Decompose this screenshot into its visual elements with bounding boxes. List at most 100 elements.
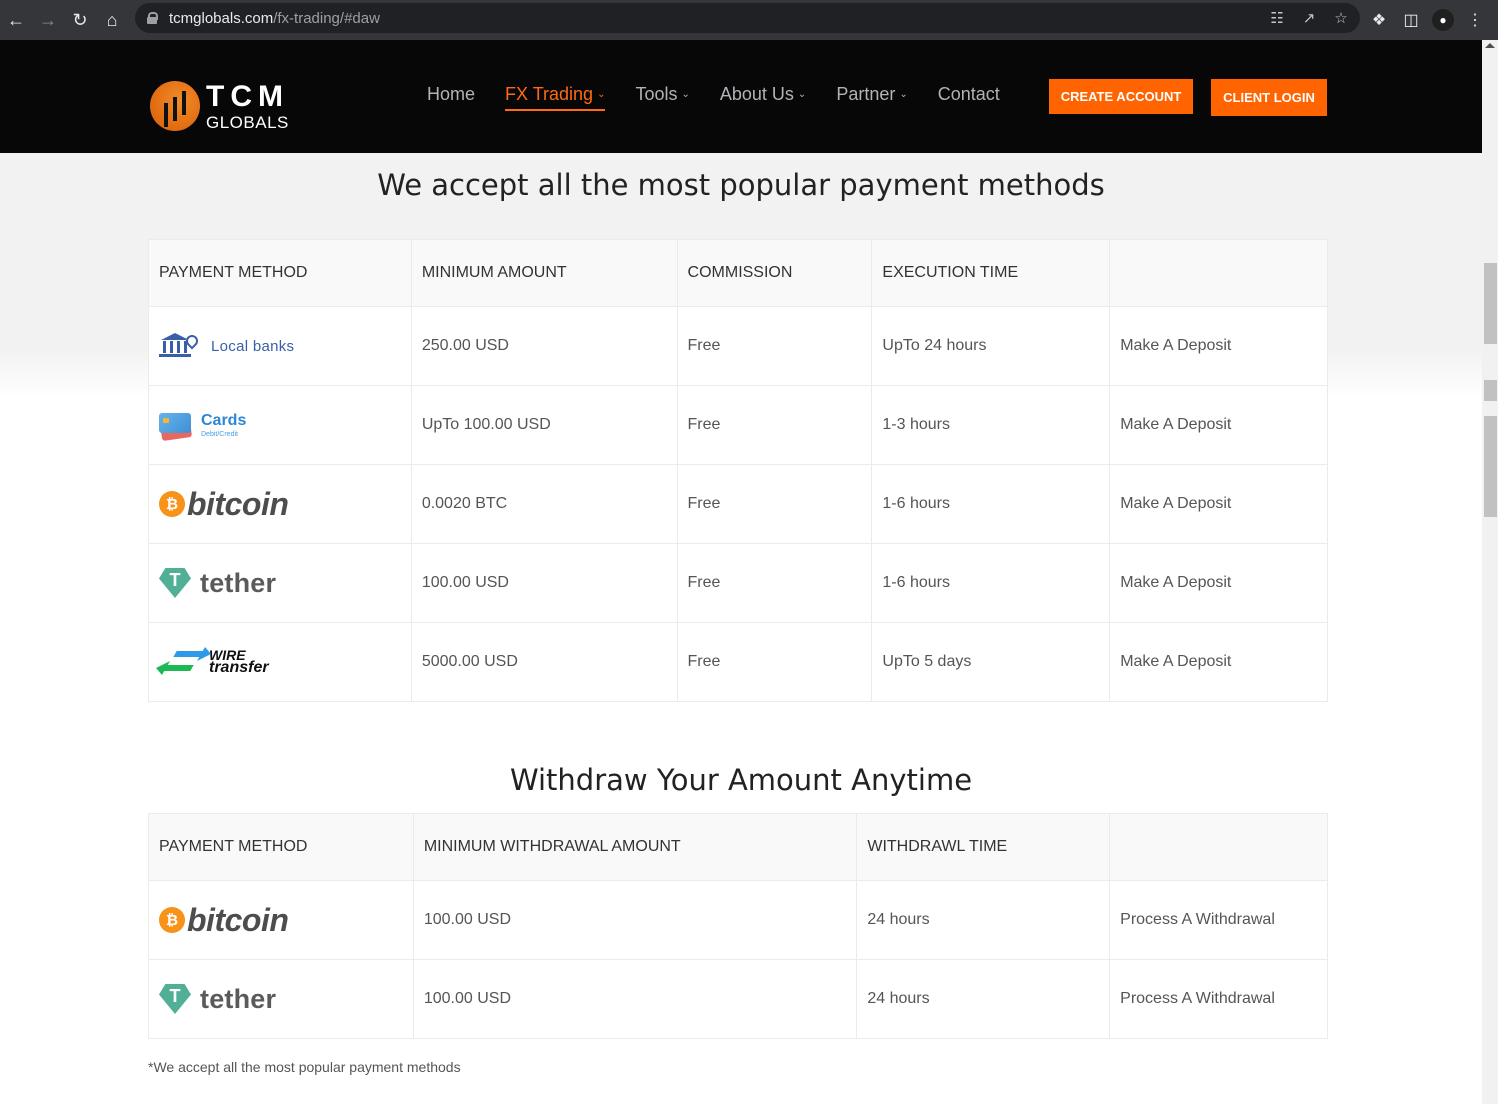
chevron-down-icon: ⌄ xyxy=(681,89,690,100)
make-deposit-link[interactable]: Make A Deposit xyxy=(1109,543,1328,623)
chevron-down-icon: ⌄ xyxy=(899,89,908,100)
nav-home-label: Home xyxy=(427,84,476,104)
make-deposit-link[interactable]: Make A Deposit xyxy=(1109,464,1328,544)
table-header-row: PAYMENT METHOD MINIMUM WITHDRAWAL AMOUNT… xyxy=(148,813,1328,881)
execution-time-cell: 1-6 hours xyxy=(871,543,1111,623)
home-button[interactable]: ⌂ xyxy=(96,4,128,36)
main-nav: Home FX Trading ⌄ Tools ⌄ About Us ⌄ Partne… xyxy=(427,84,1030,111)
deposit-table: PAYMENT METHOD MINIMUM AMOUNT COMMISSION… xyxy=(148,239,1328,702)
execution-time-cell: 1-3 hours xyxy=(871,385,1111,465)
column-header: COMMISSION xyxy=(676,239,873,307)
withdraw-table: PAYMENT METHOD MINIMUM WITHDRAWAL AMOUNT… xyxy=(148,813,1328,1039)
url-path: /fx-trading/#daw xyxy=(273,9,380,27)
table-row: WIRE transfer 5000.00 USD Free UpTo 5 da… xyxy=(148,622,1328,702)
create-account-button[interactable]: CREATE ACCOUNT xyxy=(1049,79,1193,114)
make-deposit-link[interactable]: Make A Deposit xyxy=(1109,622,1328,702)
column-header: EXECUTION TIME xyxy=(871,239,1111,307)
min-amount-cell: 5000.00 USD xyxy=(410,622,678,702)
column-header xyxy=(1109,813,1328,881)
scroll-up-arrow-icon[interactable] xyxy=(1485,43,1495,48)
nav-about-us-label: About Us xyxy=(719,84,794,104)
tether-logo: T tether xyxy=(159,568,401,598)
logo-sub-text: GLOBALS xyxy=(206,112,289,132)
table-row: Local banks 250.00 USD Free UpTo 24 hour… xyxy=(148,306,1328,386)
site-logo[interactable]: TCM GLOBALS xyxy=(150,78,290,134)
tether-icon: T xyxy=(159,984,191,1014)
column-header: PAYMENT METHOD xyxy=(148,239,412,307)
client-login-button[interactable]: CLIENT LOGIN xyxy=(1211,79,1327,116)
method-label: bitcoin xyxy=(187,486,289,522)
chevron-down-icon: ⌄ xyxy=(797,89,807,100)
share-icon[interactable]: ↗ xyxy=(1300,9,1318,27)
nav-contact[interactable]: Contact xyxy=(938,84,1000,111)
url-host: tcmglobals.com xyxy=(169,9,274,27)
credit-card-icon xyxy=(159,413,193,441)
profile-icon[interactable]: ● xyxy=(1432,9,1454,31)
payment-method-cell: ₿ bitcoin xyxy=(148,464,412,544)
column-header: WITHDRAWL TIME xyxy=(856,813,1111,881)
process-withdrawal-link[interactable]: Process A Withdrawal xyxy=(1109,880,1328,960)
footnote: *We accept all the most popular payment … xyxy=(148,1059,461,1075)
bitcoin-logo: ₿ bitcoin xyxy=(159,488,401,520)
min-withdrawal-cell: 100.00 USD xyxy=(412,959,858,1039)
local-banks-logo: Local banks xyxy=(159,332,401,359)
payment-method-cell: T tether xyxy=(148,543,412,623)
execution-time-cell: 1-6 hours xyxy=(871,464,1111,544)
min-amount-cell: 250.00 USD xyxy=(410,306,678,386)
forward-button[interactable]: → xyxy=(32,4,64,36)
reload-button[interactable]: ↻ xyxy=(64,4,96,36)
method-label: Cards xyxy=(201,411,247,429)
page-scrollbar[interactable] xyxy=(1482,40,1498,1104)
scroll-marker xyxy=(1484,416,1497,517)
scroll-marker xyxy=(1484,380,1497,401)
method-label: tether xyxy=(200,983,277,1014)
bank-icon xyxy=(159,332,201,359)
puzzle-icon[interactable]: ❖ xyxy=(1368,10,1390,30)
nav-tools[interactable]: Tools ⌄ xyxy=(635,84,689,111)
nav-partner[interactable]: Partner ⌄ xyxy=(836,84,907,111)
side-panel-icon[interactable]: ◫ xyxy=(1400,10,1422,30)
nav-about-us[interactable]: About Us ⌄ xyxy=(720,84,806,111)
payment-method-cell: ₿ bitcoin xyxy=(148,880,414,960)
bitcoin-icon: ₿ xyxy=(159,491,185,517)
chevron-down-icon: ⌄ xyxy=(597,89,606,100)
execution-time-cell: UpTo 24 hours xyxy=(871,306,1111,386)
scroll-thumb[interactable] xyxy=(1484,263,1497,344)
payment-methods-section: We accept all the most popular payment m… xyxy=(0,153,1482,1104)
table-row: Cards Debit/Credit UpTo 100.00 USD Free … xyxy=(148,385,1328,465)
method-label: tether xyxy=(200,567,277,598)
star-icon[interactable]: ☆ xyxy=(1332,9,1350,27)
min-withdrawal-cell: 100.00 USD xyxy=(412,880,858,960)
kebab-menu-icon[interactable]: ⋮ xyxy=(1464,10,1486,30)
bitcoin-icon: ₿ xyxy=(159,907,185,933)
table-row: ₿ bitcoin 100.00 USD 24 hours Process A … xyxy=(148,880,1328,960)
back-button[interactable]: ← xyxy=(0,4,32,36)
make-deposit-link[interactable]: Make A Deposit xyxy=(1109,306,1328,386)
commission-cell: Free xyxy=(676,464,873,544)
make-deposit-link[interactable]: Make A Deposit xyxy=(1109,385,1328,465)
lock-icon[interactable] xyxy=(147,12,158,24)
method-label: Local banks xyxy=(211,337,295,355)
execution-time-cell: UpTo 5 days xyxy=(871,622,1111,702)
commission-cell: Free xyxy=(676,385,873,465)
method-label: bitcoin xyxy=(187,902,289,938)
min-amount-cell: 0.0020 BTC xyxy=(410,464,678,544)
nav-home[interactable]: Home xyxy=(427,84,475,111)
address-bar[interactable]: tcmglobals.com/fx-trading/#daw ☷ ↗ ☆ xyxy=(135,3,1360,33)
translate-icon[interactable]: ☷ xyxy=(1268,9,1286,27)
column-header: PAYMENT METHOD xyxy=(148,813,414,881)
withdraw-section-title: Withdraw Your Amount Anytime xyxy=(509,763,973,797)
site-header: TCM GLOBALS Home FX Trading ⌄ Tools ⌄ Abou… xyxy=(0,40,1482,153)
min-amount-cell: 100.00 USD xyxy=(410,543,678,623)
payment-method-cell: WIRE transfer xyxy=(148,622,412,702)
logo-main-text: TCM xyxy=(206,79,289,113)
logo-mark-icon xyxy=(150,81,200,131)
nav-partner-label: Partner xyxy=(836,84,896,104)
withdrawal-time-cell: 24 hours xyxy=(856,959,1111,1039)
min-amount-cell: UpTo 100.00 USD xyxy=(410,385,678,465)
commission-cell: Free xyxy=(676,622,873,702)
process-withdrawal-link[interactable]: Process A Withdrawal xyxy=(1109,959,1328,1039)
payment-method-cell: Local banks xyxy=(148,306,412,386)
nav-fx-trading-label: FX Trading xyxy=(505,84,594,104)
nav-fx-trading[interactable]: FX Trading ⌄ xyxy=(505,84,606,111)
